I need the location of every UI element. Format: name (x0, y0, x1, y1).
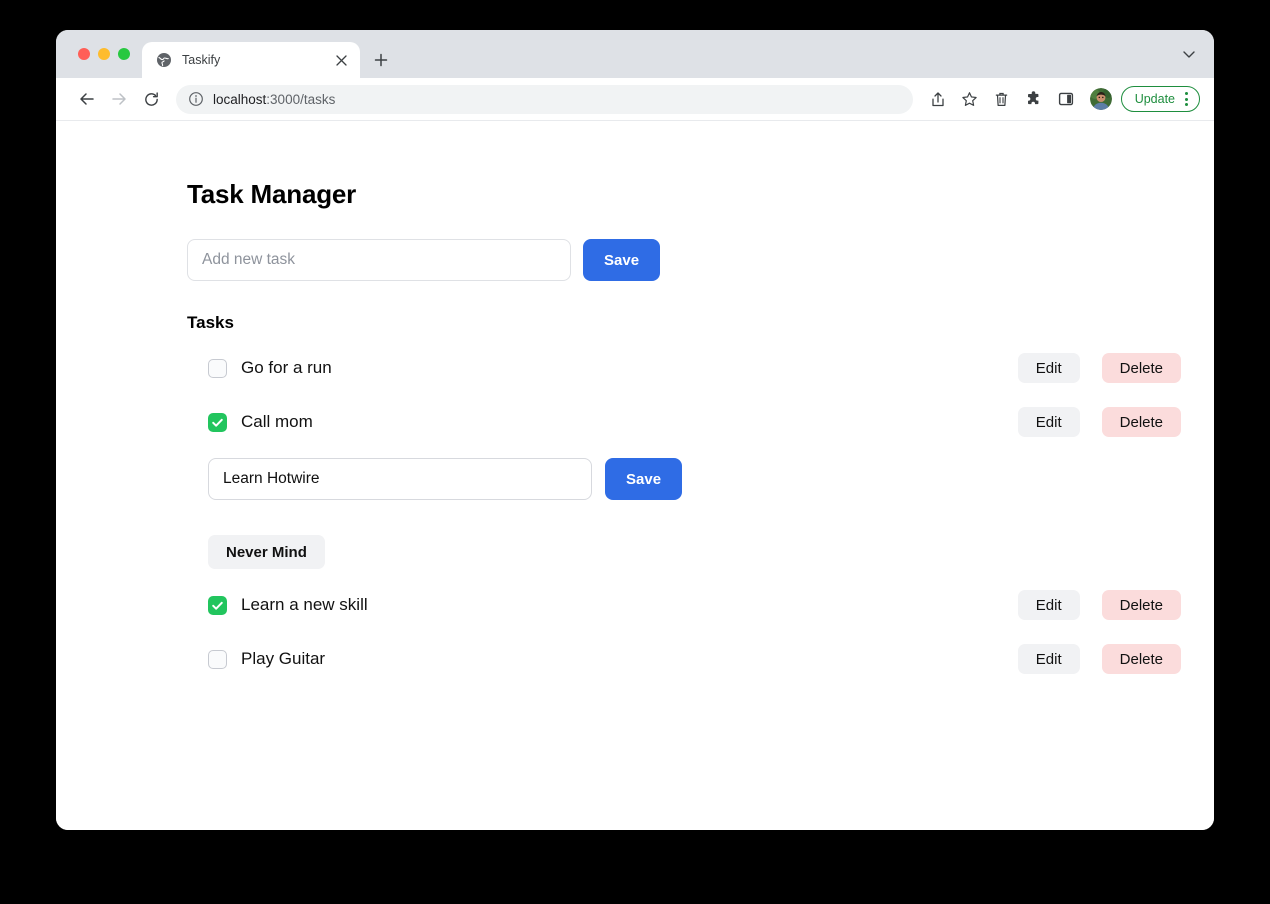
back-button[interactable] (72, 84, 102, 114)
tasks-section-title: Tasks (187, 313, 234, 332)
page-title: Task Manager (187, 179, 357, 209)
reload-button[interactable] (136, 84, 166, 114)
tab-title: Taskify (182, 53, 221, 67)
maximize-window-button[interactable] (118, 48, 130, 60)
globe-icon (156, 52, 172, 68)
bookmark-star-icon[interactable] (955, 84, 985, 114)
tab-search-button[interactable] (1182, 30, 1214, 78)
new-tab-button[interactable] (364, 42, 398, 78)
avatar[interactable] (1089, 88, 1112, 110)
update-button[interactable]: Update (1120, 86, 1200, 112)
task-label: Learn a new skill (241, 595, 368, 614)
window-traffic-lights (56, 30, 142, 78)
task-list: Go for a run Edit Delete Call mom Edit D… (187, 350, 1214, 677)
task-checkbox[interactable] (208, 649, 227, 669)
add-task-form: Save (187, 239, 1214, 281)
task-edit-cancel-button[interactable]: Never Mind (208, 535, 325, 569)
delete-button[interactable]: Delete (1101, 407, 1181, 437)
edit-button[interactable]: Edit (1017, 644, 1080, 674)
update-button-label: Update (1134, 92, 1175, 106)
page-viewport: Task Manager Save Tasks Go for a run E (56, 121, 1214, 830)
minimize-window-button[interactable] (98, 48, 110, 60)
task-edit-form: Save (208, 458, 1214, 500)
side-panel-icon[interactable] (1051, 84, 1081, 114)
task-row-actions: Edit Delete (1017, 590, 1214, 620)
task-row-actions: Edit Delete (1017, 407, 1214, 437)
arrow-left-icon (80, 93, 94, 105)
reload-icon (144, 91, 158, 106)
task-edit-input[interactable] (208, 458, 592, 500)
tab-strip: Taskify (56, 30, 1214, 78)
edit-button[interactable]: Edit (1017, 590, 1080, 620)
close-window-button[interactable] (78, 48, 90, 60)
table-row: Play Guitar Edit Delete (187, 641, 1214, 677)
trash-icon[interactable] (987, 84, 1017, 114)
close-icon[interactable] (332, 51, 350, 69)
delete-button[interactable]: Delete (1101, 590, 1181, 620)
task-manager-page: Task Manager Save Tasks Go for a run E (187, 181, 1214, 695)
add-task-input[interactable] (187, 239, 571, 281)
browser-tab-taskify[interactable]: Taskify (142, 42, 360, 78)
task-checkbox[interactable] (208, 358, 227, 378)
task-label: Go for a run (241, 358, 332, 377)
check-icon (212, 418, 223, 427)
address-bar[interactable]: localhost:3000/tasks (176, 84, 913, 114)
table-row: Learn a new skill Edit Delete (187, 587, 1214, 623)
edit-button[interactable]: Edit (1017, 407, 1080, 437)
info-circle-icon[interactable] (188, 91, 204, 107)
forward-button[interactable] (104, 84, 134, 114)
task-row-actions: Edit Delete (1017, 644, 1214, 674)
task-checkbox[interactable] (208, 412, 227, 432)
add-task-save-button[interactable]: Save (583, 239, 661, 281)
edit-button[interactable]: Edit (1017, 353, 1080, 383)
task-label: Call mom (241, 412, 313, 431)
arrow-right-icon (112, 93, 126, 105)
table-row: Go for a run Edit Delete (187, 350, 1214, 386)
delete-button[interactable]: Delete (1101, 353, 1181, 383)
delete-button[interactable]: Delete (1101, 644, 1181, 674)
task-label: Play Guitar (241, 649, 326, 668)
three-dots-vertical-icon[interactable] (1177, 89, 1195, 109)
task-edit-block: Save Never Mind (187, 458, 1214, 569)
toolbar-icon-group: Update (923, 84, 1200, 114)
table-row: Call mom Edit Delete (187, 404, 1214, 440)
task-edit-save-button[interactable]: Save (605, 458, 683, 500)
task-row-actions: Edit Delete (1017, 353, 1214, 383)
browser-window: Taskify localhost:3000/tasks Update Task… (56, 30, 1214, 830)
chevron-down-icon (1183, 51, 1195, 58)
share-icon[interactable] (923, 84, 953, 114)
browser-toolbar: localhost:3000/tasks Update (56, 78, 1214, 121)
check-icon (212, 601, 223, 610)
extensions-puzzle-icon[interactable] (1019, 84, 1049, 114)
address-bar-url: localhost:3000/tasks (213, 92, 335, 107)
url-path: :3000/tasks (266, 91, 336, 107)
task-checkbox[interactable] (208, 595, 227, 615)
url-host: localhost (213, 91, 267, 107)
